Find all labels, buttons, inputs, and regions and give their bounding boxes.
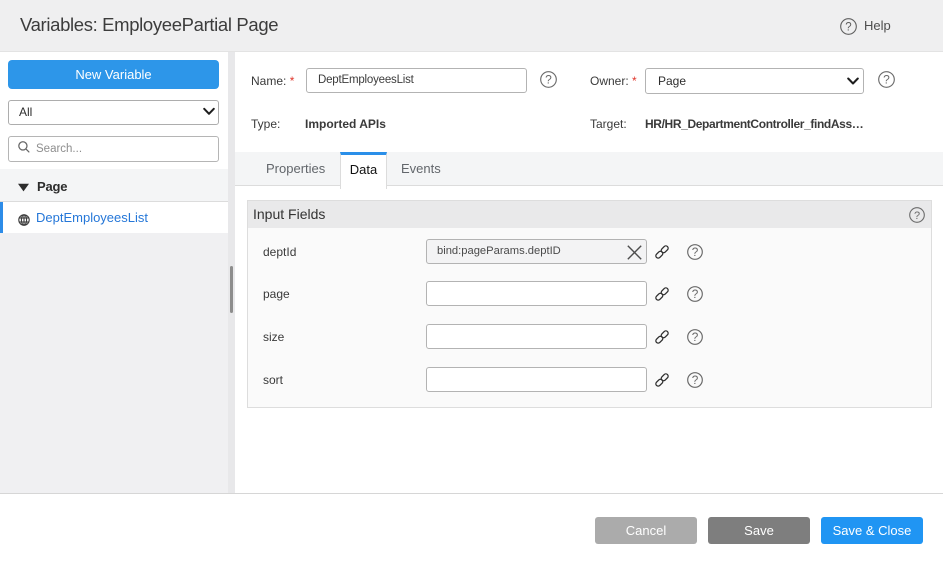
svg-text:?: ? <box>545 72 552 86</box>
svg-text:?: ? <box>883 72 890 86</box>
svg-text:?: ? <box>845 22 851 34</box>
svg-text:?: ? <box>692 373 699 387</box>
svg-text:?: ? <box>692 287 699 301</box>
svg-text:?: ? <box>914 210 920 222</box>
svg-text:?: ? <box>692 245 699 259</box>
svg-text:?: ? <box>692 330 699 344</box>
